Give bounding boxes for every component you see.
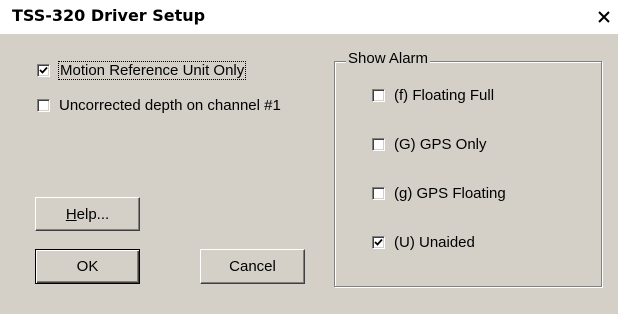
motion-reference-checkbox[interactable]: Motion Reference Unit Only (37, 61, 247, 80)
motion-reference-checkbox-box[interactable] (37, 64, 50, 77)
close-icon (598, 11, 610, 23)
title-bar[interactable]: TSS-320 Driver Setup (0, 0, 618, 34)
uncorrected-depth-label: Uncorrected depth on channel #1 (59, 97, 281, 114)
alarm-gps-only-label: (G) GPS Only (394, 136, 487, 153)
driver-setup-dialog: TSS-320 Driver Setup Motion Reference Un… (0, 0, 618, 314)
alarm-gps-only-checkbox-box[interactable] (372, 138, 385, 151)
checkmark-icon (374, 238, 383, 246)
ok-button[interactable]: OK (35, 249, 140, 284)
alarm-unaided-label: (U) Unaided (394, 234, 475, 251)
help-button-label: Help... (65, 205, 110, 223)
motion-reference-label: Motion Reference Unit Only (57, 61, 247, 80)
cancel-button-label: Cancel (229, 258, 276, 275)
window-title: TSS-320 Driver Setup (12, 6, 206, 25)
help-button[interactable]: Help... (35, 197, 140, 231)
alarm-unaided-checkbox[interactable]: (U) Unaided (372, 234, 475, 251)
alarm-floating-full-checkbox[interactable]: (f) Floating Full (372, 87, 494, 104)
uncorrected-depth-checkbox-box[interactable] (37, 99, 50, 112)
checkmark-icon (39, 66, 48, 74)
alarm-floating-full-label: (f) Floating Full (394, 87, 495, 104)
alarm-gps-floating-checkbox-box[interactable] (372, 187, 385, 200)
alarm-gps-floating-checkbox[interactable]: (g) GPS Floating (372, 185, 506, 202)
close-button[interactable] (594, 8, 614, 26)
uncorrected-depth-checkbox[interactable]: Uncorrected depth on channel #1 (37, 97, 281, 114)
alarm-gps-only-checkbox[interactable]: (G) GPS Only (372, 136, 487, 153)
alarm-floating-full-checkbox-box[interactable] (372, 89, 385, 102)
show-alarm-legend: Show Alarm (346, 50, 431, 67)
alarm-gps-floating-label: (g) GPS Floating (394, 185, 506, 202)
ok-button-label: OK (76, 258, 99, 275)
alarm-unaided-checkbox-box[interactable] (372, 236, 385, 249)
cancel-button[interactable]: Cancel (200, 249, 305, 284)
